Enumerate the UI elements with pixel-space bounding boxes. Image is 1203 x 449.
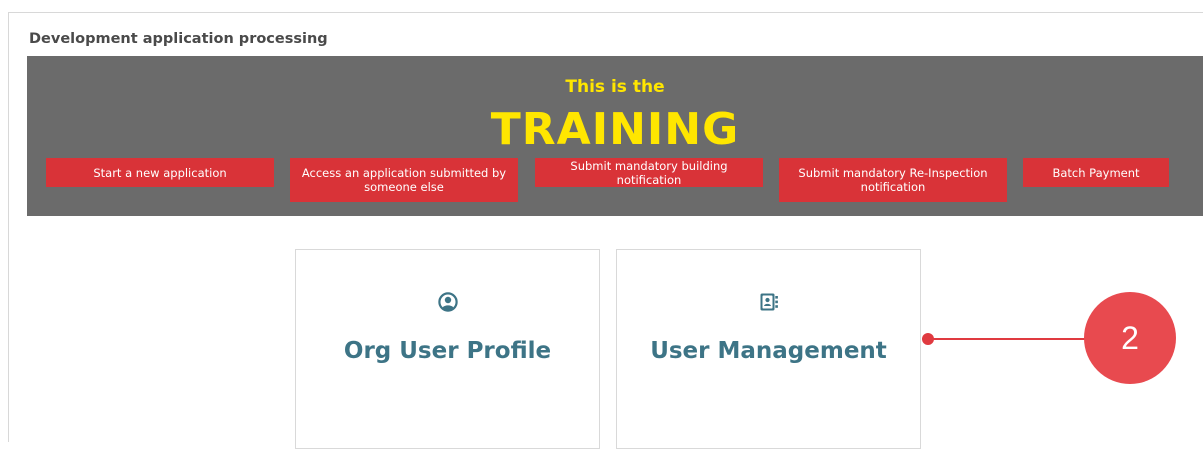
address-book-icon — [759, 292, 779, 317]
start-new-application-button[interactable]: Start a new application — [46, 158, 274, 187]
submit-reinspection-notification-button[interactable]: Submit mandatory Re-Inspection notificat… — [779, 158, 1007, 202]
batch-payment-button[interactable]: Batch Payment — [1023, 158, 1169, 187]
org-user-profile-card[interactable]: Org User Profile — [295, 249, 600, 449]
banner-line-2: TRAINING — [490, 104, 740, 155]
user-management-card[interactable]: User Management — [616, 249, 921, 449]
org-user-profile-label: Org User Profile — [343, 338, 552, 364]
section-title: Development application processing — [29, 31, 328, 47]
submit-building-notification-button[interactable]: Submit mandatory building notification — [535, 158, 763, 187]
access-application-button[interactable]: Access an application submitted by someo… — [290, 158, 518, 202]
user-circle-icon — [437, 292, 458, 317]
callout-line — [928, 338, 1088, 340]
training-banner: This is the TRAINING environment — [27, 56, 1203, 216]
callout-dot — [922, 333, 934, 345]
user-management-label: User Management — [650, 338, 887, 364]
banner-line-1: This is the — [565, 77, 665, 97]
callout-number-badge: 2 — [1084, 292, 1176, 384]
